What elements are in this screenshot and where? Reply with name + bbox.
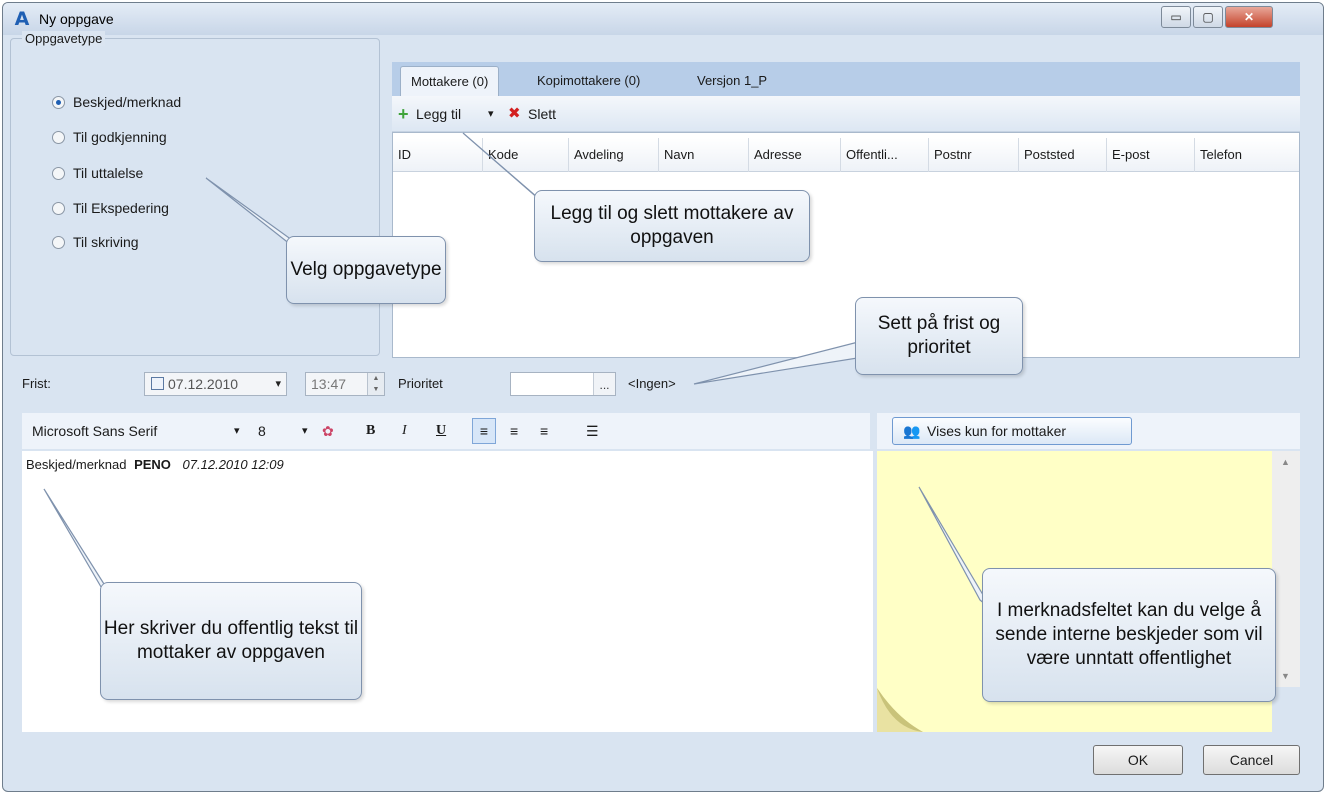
chevron-down-icon[interactable]: ▾ (275, 373, 281, 395)
deadline-label: Frist: (22, 376, 51, 391)
deadline-checkbox[interactable] (151, 377, 164, 390)
delete-recipient-button[interactable]: Slett (528, 96, 556, 132)
title-bar[interactable]: A Ny oppgave ▭ ▢ ✕ (3, 3, 1323, 35)
callout-internal-note: I merknadsfeltet kan du velge å sende in… (982, 568, 1276, 702)
recipient-only-button[interactable]: 👥 Vises kun for mottaker (892, 417, 1132, 445)
column-header[interactable]: Postnr (929, 138, 1019, 172)
tab-mottakere[interactable]: Mottakere (0) (400, 66, 500, 96)
task-type-group (10, 38, 380, 356)
align-left-icon[interactable]: ≡ (472, 418, 496, 444)
recipients-toolbar: + Legg til ▾ ✖ Slett (392, 96, 1300, 132)
grid-header: ID Kode Avdeling Navn Adresse Offentli..… (393, 138, 1299, 172)
deadline-date-value: 07.12.2010 (168, 376, 239, 392)
radio-til-skriving[interactable]: Til skriving (52, 232, 139, 252)
scroll-up-icon[interactable]: ▲ (1281, 457, 1290, 467)
add-icon: + (398, 104, 409, 124)
callout-deadline: Sett på frist og prioritet (855, 297, 1023, 375)
message-timestamp: 07.12.2010 12:09 (182, 457, 284, 472)
window-title: Ny oppgave (39, 11, 114, 27)
font-size-select[interactable]: 8 (258, 413, 266, 449)
palette-icon[interactable]: ✿ (322, 413, 334, 449)
time-spinner-icon[interactable]: ▲ ▼ (367, 373, 384, 395)
radio-label: Beskjed/merknad (73, 94, 182, 110)
app-logo-icon: A (14, 8, 30, 30)
task-type-legend: Oppgavetype (22, 31, 106, 46)
cancel-button[interactable]: Cancel (1203, 745, 1300, 775)
page-curl-icon (877, 688, 923, 732)
editor-text-line: Beskjed/merknad PENO 07.12.2010 12:09 (26, 457, 284, 472)
tab-versjon[interactable]: Versjon 1_P (687, 66, 777, 96)
align-right-icon[interactable]: ≡ (540, 413, 548, 449)
callout-recipients: Legg til og slett mottakere av oppgaven (534, 190, 810, 262)
priority-browse-button[interactable]: ... (593, 373, 615, 395)
recipients-grid[interactable]: ID Kode Avdeling Navn Adresse Offentli..… (392, 132, 1300, 358)
priority-field[interactable]: ... (510, 372, 616, 396)
column-header[interactable]: Avdeling (569, 138, 659, 172)
delete-icon: ✖ (508, 105, 521, 122)
maximize-button[interactable]: ▢ (1193, 6, 1223, 28)
radio-label: Til skriving (73, 234, 139, 250)
column-header[interactable]: Navn (659, 138, 749, 172)
editor-toolbar: Microsoft Sans Serif ▾ 8 ▾ ✿ B I U ≡ ≡ ≡… (22, 413, 870, 449)
column-header[interactable]: Poststed (1019, 138, 1107, 172)
column-header[interactable]: E-post (1107, 138, 1195, 172)
minimize-button[interactable]: ▭ (1161, 6, 1191, 28)
radio-beskjed-merknad[interactable]: Beskjed/merknad (52, 92, 181, 112)
users-icon: 👥 (903, 423, 921, 439)
chevron-down-icon[interactable]: ▾ (234, 413, 240, 449)
radio-icon[interactable] (52, 130, 65, 144)
italic-button[interactable]: I (402, 413, 407, 449)
radio-til-ekspedering[interactable]: Til Ekspedering (52, 198, 169, 218)
radio-til-uttalelse[interactable]: Til uttalelse (52, 163, 143, 183)
priority-label: Prioritet (398, 376, 443, 391)
deadline-time-field[interactable]: 13:47 ▲ ▼ (305, 372, 385, 396)
chevron-down-icon[interactable]: ▾ (302, 413, 308, 449)
font-select[interactable]: Microsoft Sans Serif (32, 413, 157, 449)
radio-icon[interactable] (52, 166, 65, 180)
deadline-date-picker[interactable]: 07.12.2010 ▾ (144, 372, 287, 396)
underline-button[interactable]: U (436, 413, 446, 449)
align-center-icon[interactable]: ≡ (510, 413, 518, 449)
bullet-list-icon[interactable]: ☰ (586, 413, 599, 449)
deadline-time-value: 13:47 (311, 376, 347, 392)
column-header[interactable]: ID (393, 138, 483, 172)
recipient-only-label: Vises kun for mottaker (927, 423, 1067, 439)
column-header[interactable]: Adresse (749, 138, 841, 172)
bold-button[interactable]: B (366, 413, 375, 449)
callout-public-text: Her skriver du offentlig tekst til motta… (100, 582, 362, 700)
message-user: PENO (134, 457, 171, 472)
priority-value: <Ingen> (628, 376, 676, 391)
radio-icon[interactable] (52, 201, 65, 215)
radio-icon[interactable] (52, 235, 65, 249)
ok-button[interactable]: OK (1093, 745, 1183, 775)
callout-task-type: Velg oppgavetype (286, 236, 446, 304)
note-scrollbar[interactable]: ▲ ▼ (1272, 451, 1300, 687)
radio-selected-icon[interactable] (52, 95, 65, 109)
column-header[interactable]: Offentli... (841, 138, 929, 172)
chevron-down-icon[interactable]: ▾ (488, 96, 494, 132)
radio-label: Til Ekspedering (73, 200, 169, 216)
tab-kopimottakere[interactable]: Kopimottakere (0) (527, 66, 650, 96)
column-header[interactable]: Telefon (1195, 138, 1299, 172)
close-button[interactable]: ✕ (1225, 6, 1273, 28)
radio-label: Til godkjenning (73, 129, 167, 145)
scroll-down-icon[interactable]: ▼ (1281, 671, 1290, 681)
radio-label: Til uttalelse (73, 165, 144, 181)
column-header[interactable]: Kode (483, 138, 569, 172)
radio-til-godkjenning[interactable]: Til godkjenning (52, 127, 167, 147)
add-recipient-button[interactable]: Legg til (416, 96, 461, 132)
message-type: Beskjed/merknad (26, 457, 127, 472)
